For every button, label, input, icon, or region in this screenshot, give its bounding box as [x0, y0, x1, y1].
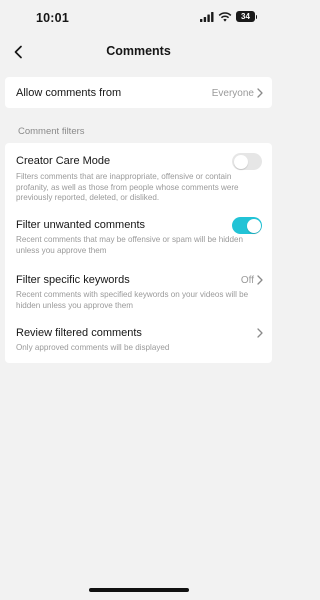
filter-keywords-title: Filter specific keywords	[16, 274, 130, 286]
allow-comments-row[interactable]: Allow comments from Everyone	[5, 77, 272, 108]
creator-care-mode-title: Creator Care Mode	[16, 155, 111, 167]
filter-row-unwanted-comments: Filter unwanted comments Recent comments…	[5, 207, 272, 257]
filter-keywords-description: Recent comments with specified keywords …	[16, 290, 249, 310]
allow-comments-label: Allow comments from	[16, 87, 122, 99]
chevron-right-icon	[257, 88, 263, 98]
section-label: Comment filters	[18, 126, 85, 137]
filter-unwanted-description: Recent comments that may be offensive or…	[16, 235, 244, 255]
creator-care-mode-toggle[interactable]	[232, 153, 262, 170]
review-filtered-description: Only approved comments will be displayed	[16, 343, 170, 352]
chevron-right-icon	[257, 328, 263, 338]
filter-keywords-value: Off	[240, 275, 254, 286]
creator-care-mode-description: Filters comments that are inappropriate,…	[16, 172, 239, 202]
status-icons: 34	[200, 11, 257, 22]
home-indicator[interactable]	[89, 588, 189, 592]
allow-comments-value: Everyone	[211, 88, 254, 99]
battery-icon: 34	[236, 11, 257, 22]
allow-comments-card: Allow comments from Everyone	[5, 77, 272, 108]
page-title: Comments	[106, 44, 171, 58]
status-bar: 10:01 34	[0, 0, 277, 36]
filter-unwanted-title: Filter unwanted comments	[16, 219, 145, 231]
filter-row-review-filtered[interactable]: Review filtered comments Only approved c…	[5, 315, 272, 359]
cellular-signal-icon	[200, 11, 214, 22]
chevron-right-icon	[257, 275, 263, 285]
wifi-icon	[218, 11, 232, 22]
filter-row-specific-keywords[interactable]: Filter specific keywords Off Recent comm…	[5, 262, 272, 312]
comment-filters-card: Creator Care Mode Filters comments that …	[5, 143, 272, 363]
filter-unwanted-toggle[interactable]	[232, 217, 262, 234]
review-filtered-title: Review filtered comments	[16, 327, 142, 339]
filter-row-creator-care-mode: Creator Care Mode Filters comments that …	[5, 143, 272, 203]
header: Comments	[0, 36, 277, 68]
status-time: 10:01	[36, 11, 69, 25]
